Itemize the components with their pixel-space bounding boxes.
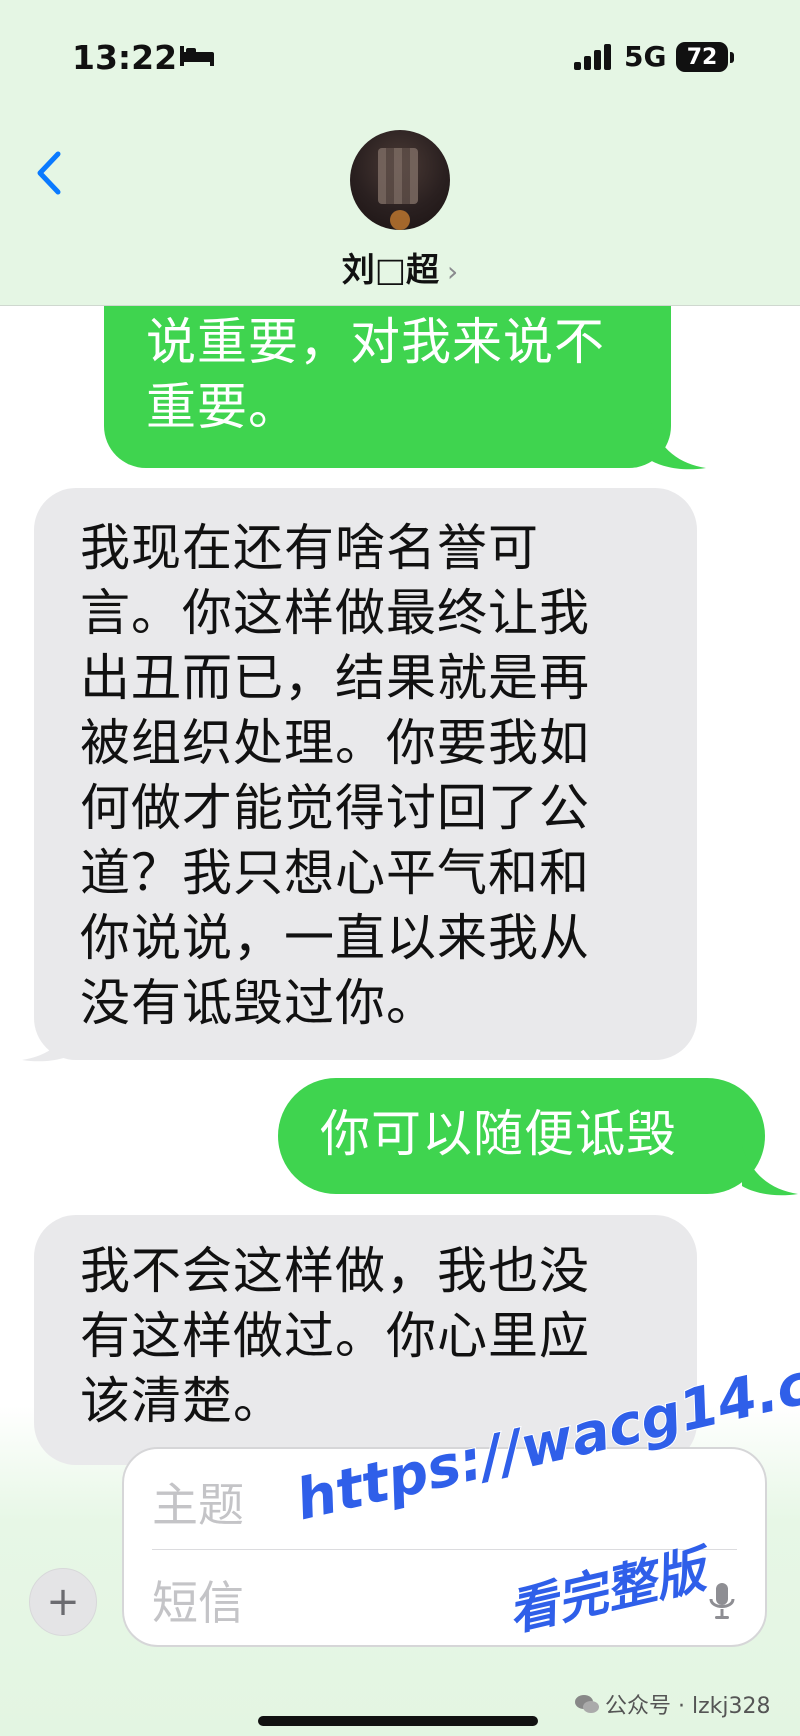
avatar-glow [390, 210, 410, 230]
cellular-signal-icon [574, 44, 611, 70]
microphone-icon[interactable] [709, 1581, 735, 1621]
battery-level: 72 [686, 44, 718, 70]
watermark-account-text: 公众号 · lzkj328 [605, 1694, 771, 1719]
contact-avatar[interactable] [350, 130, 450, 230]
wechat-icon [575, 1695, 599, 1713]
status-time: 13:22 [72, 38, 178, 77]
bubble-tail-sent [742, 1146, 798, 1196]
contact-name: 刘□超 [341, 250, 439, 289]
plus-icon: + [46, 1579, 80, 1625]
bubble-tail-received [22, 1012, 78, 1062]
subject-field[interactable]: 主题 [152, 1469, 244, 1535]
bubble-tail-sent [650, 420, 706, 470]
watermark-account: 公众号 · lzkj328 [575, 1688, 770, 1720]
conversation-header: 13:22 5G 72 刘□超 › [0, 0, 800, 306]
sleep-focus-icon [180, 46, 214, 66]
message-input[interactable]: 短信 [152, 1567, 244, 1633]
avatar-blur [378, 148, 418, 204]
add-attachment-button[interactable]: + [29, 1568, 97, 1636]
contact-name-row[interactable]: 刘□超 › [0, 243, 800, 291]
home-indicator [258, 1716, 538, 1726]
network-type: 5G [624, 40, 667, 73]
battery-cap [730, 52, 734, 63]
chevron-right-icon: › [446, 255, 459, 288]
back-chevron-icon[interactable] [34, 150, 64, 196]
message-sent-2: 你可以随便诋毁 [278, 1078, 765, 1194]
battery-icon: 72 [676, 42, 728, 72]
message-received-1: 我现在还有啥名誉可 言。你这样做最终让我 出丑而已，结果就是再 被组织处理。你要… [34, 488, 697, 1060]
